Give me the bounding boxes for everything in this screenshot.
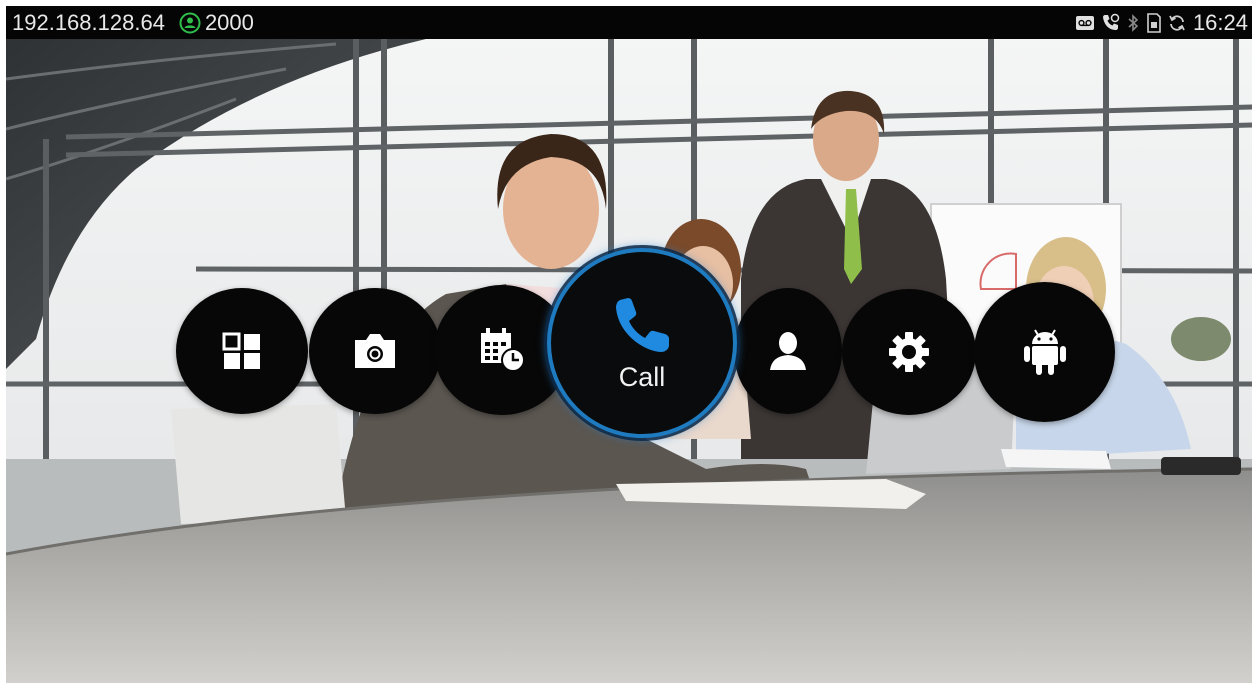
voicemail-icon xyxy=(1075,16,1094,30)
bluetooth-icon xyxy=(1128,14,1139,32)
clock: 16:24 xyxy=(1192,10,1248,35)
status-bar: 192.168.128.64 2000 16:24 xyxy=(6,6,1252,39)
contacts-icon xyxy=(770,332,806,370)
apps-button[interactable] xyxy=(176,288,308,414)
sync-icon xyxy=(1169,15,1185,31)
status-bar-right: 16:24 xyxy=(1075,9,1248,37)
settings-icon xyxy=(889,332,929,372)
camera-button[interactable] xyxy=(309,288,441,414)
account-icon xyxy=(179,12,201,34)
sd-card-icon xyxy=(1147,13,1161,33)
settings-button[interactable] xyxy=(842,289,976,415)
apps-icon xyxy=(222,332,260,369)
account-number: 2000 xyxy=(204,10,254,35)
phone-icon xyxy=(616,297,669,352)
calendar-icon xyxy=(481,328,525,372)
camera-icon xyxy=(355,334,395,368)
call-label: Call xyxy=(618,361,666,392)
contacts-button[interactable] xyxy=(734,288,842,414)
ip-address: 192.168.128.64 xyxy=(12,10,165,35)
call-button[interactable]: Call xyxy=(547,248,737,438)
status-bar-left: 192.168.128.64 2000 xyxy=(12,9,254,37)
android-icon xyxy=(1023,329,1066,375)
android-button[interactable] xyxy=(974,282,1115,422)
call-forward-icon xyxy=(1102,13,1120,30)
device-screen: 192.168.128.64 2000 16:24 Call xyxy=(6,6,1252,683)
